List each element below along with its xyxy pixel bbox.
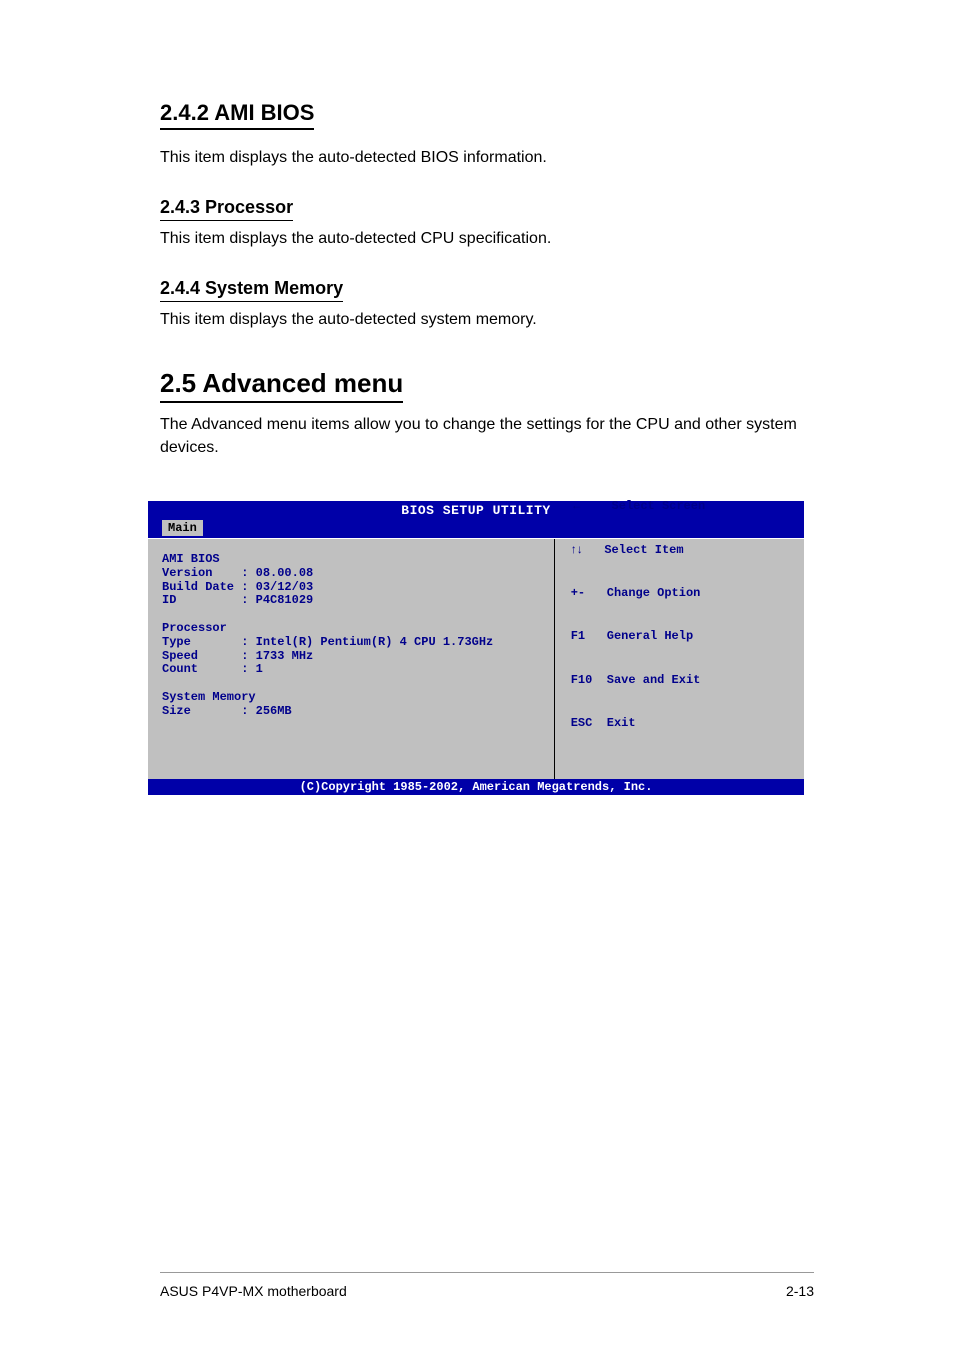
help-change-option: Change Option bbox=[607, 586, 701, 600]
bios-info-panel: AMI BIOS Version : 08.00.08 Build Date :… bbox=[148, 539, 555, 779]
footer-page-number: 2-13 bbox=[786, 1283, 814, 1299]
esc-key: ESC bbox=[571, 716, 593, 730]
help-save-exit: Save and Exit bbox=[607, 673, 701, 687]
ami-bios-body: This item displays the auto-detected BIO… bbox=[160, 146, 814, 169]
bios-copyright: (C)Copyright 1985-2002, American Megatre… bbox=[148, 779, 804, 795]
f1-key: F1 bbox=[571, 629, 585, 643]
advanced-menu-body: The Advanced menu items allow you to cha… bbox=[160, 413, 814, 459]
bios-screenshot: BIOS SETUP UTILITY Main AMI BIOS Version… bbox=[146, 499, 806, 797]
page-footer: ASUS P4VP-MX motherboard 2-13 bbox=[0, 1272, 954, 1299]
updown-arrow-icon: ↑↓ bbox=[571, 542, 583, 556]
advanced-menu-heading: 2.5 Advanced menu bbox=[160, 368, 403, 403]
footer-product: ASUS P4VP-MX motherboard bbox=[160, 1283, 347, 1299]
bios-help-panel: ← Select Screen ↑↓ Select Item +- Change… bbox=[555, 539, 804, 779]
bios-tab-main[interactable]: Main bbox=[162, 520, 203, 536]
section-system-memory-heading: 2.4.4 System Memory bbox=[160, 278, 343, 302]
help-general-help: General Help bbox=[607, 629, 693, 643]
f10-key: F10 bbox=[571, 673, 593, 687]
help-exit: Exit bbox=[607, 716, 636, 730]
help-select-item: Select Item bbox=[604, 543, 683, 557]
processor-body: This item displays the auto-detected CPU… bbox=[160, 227, 814, 250]
section-ami-bios-heading: 2.4.2 AMI BIOS bbox=[160, 100, 314, 130]
plusminus-key: +- bbox=[571, 586, 585, 600]
section-processor-heading: 2.4.3 Processor bbox=[160, 197, 293, 221]
left-arrow-icon: ← bbox=[571, 498, 583, 512]
system-memory-body: This item displays the auto-detected sys… bbox=[160, 308, 814, 331]
help-select-screen: Select Screen bbox=[612, 499, 706, 513]
bios-title: BIOS SETUP UTILITY bbox=[148, 501, 804, 520]
bios-help-keys: ← Select Screen ↑↓ Select Item +- Change… bbox=[571, 469, 705, 759]
